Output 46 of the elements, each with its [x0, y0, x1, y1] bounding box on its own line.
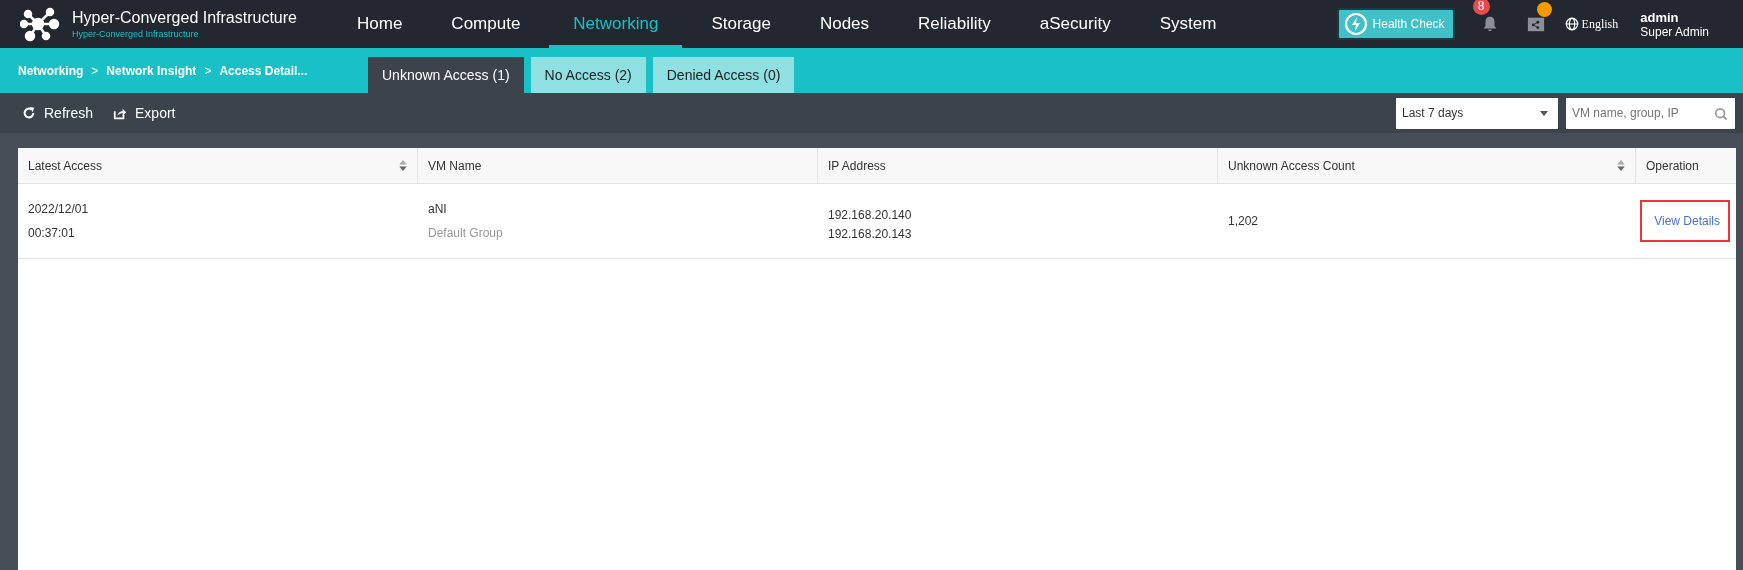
ip-address: 192.168.20.140 — [828, 207, 912, 222]
refresh-icon — [22, 106, 36, 120]
column-header: Unknown Access Count — [1228, 158, 1355, 173]
breadcrumb-separator: > — [204, 63, 212, 78]
breadcrumb-separator: > — [91, 63, 99, 78]
product-title: Hyper-Converged Infrastructure — [72, 9, 297, 27]
table-cell: 1,202 — [1228, 214, 1259, 228]
notification-badge: 8 — [1472, 0, 1490, 15]
view-details-link[interactable]: View Details — [1640, 200, 1730, 242]
column-header: VM Name — [428, 158, 482, 173]
export-button[interactable]: Export — [113, 105, 176, 121]
refresh-button[interactable]: Refresh — [22, 105, 94, 121]
nav-tab[interactable]: Compute — [431, 0, 541, 48]
product-subtitle: Hyper-Converged Infrastructure — [72, 29, 200, 39]
nav-tab[interactable]: System — [1139, 0, 1237, 48]
access-tab[interactable]: Unknown Access (1) — [368, 57, 524, 93]
search-icon — [1714, 106, 1728, 121]
status-dot — [1536, 2, 1552, 17]
globe-icon — [1564, 17, 1579, 31]
language-label: English — [1581, 16, 1619, 32]
search-field[interactable]: VM name, group, IP — [1566, 97, 1735, 129]
column-header: IP Address — [828, 158, 886, 173]
vm-group: Default Group — [428, 226, 503, 240]
export-icon — [113, 106, 128, 120]
lightning-icon — [1343, 12, 1368, 36]
nav-tab[interactable]: Home — [337, 0, 423, 48]
share-folder-icon[interactable] — [1526, 15, 1545, 33]
column-header: Operation — [1646, 158, 1699, 173]
user-name: admin — [1640, 9, 1680, 25]
language-selector[interactable]: English — [1564, 16, 1619, 32]
table-cell: 00:37:01 — [28, 226, 75, 240]
column-header: Latest Access — [28, 158, 103, 173]
sort-icon[interactable] — [399, 159, 407, 172]
sort-icon[interactable] — [1617, 159, 1625, 172]
nav-tab[interactable]: Storage — [691, 0, 791, 48]
vm-name: aNI — [428, 202, 447, 216]
user-role: Super Admin — [1640, 24, 1709, 39]
access-tab[interactable]: No Access (2) — [530, 57, 646, 93]
table-cell: 2022/12/01 — [28, 202, 89, 216]
access-tab[interactable]: Denied Access (0) — [652, 57, 795, 93]
time-range-dropdown[interactable]: Last 7 days — [1396, 97, 1558, 129]
nav-tab[interactable]: aSecurity — [1019, 0, 1131, 48]
nav-tab[interactable]: Nodes — [799, 0, 890, 48]
ip-address: 192.168.20.143 — [828, 226, 912, 241]
nav-tab[interactable]: Reliability — [898, 0, 1011, 48]
caret-icon — [1540, 110, 1548, 116]
